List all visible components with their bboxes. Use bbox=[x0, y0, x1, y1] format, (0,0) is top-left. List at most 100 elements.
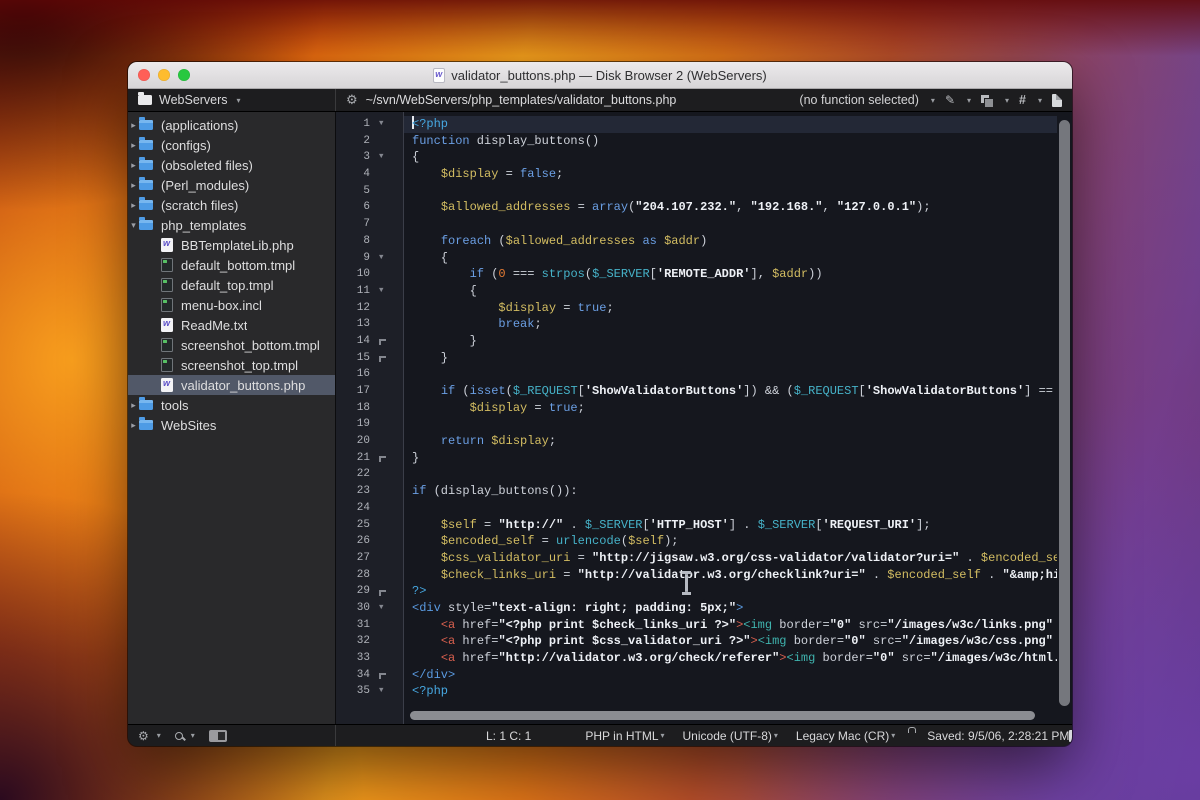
sidebar-item-file[interactable]: validator_buttons.php bbox=[128, 375, 335, 395]
code-text[interactable]: } bbox=[404, 450, 1057, 467]
code-line[interactable]: 31 <a href="<?php print $check_links_uri… bbox=[336, 617, 1057, 634]
code-line[interactable]: 24 bbox=[336, 500, 1057, 517]
chevron-down-icon[interactable]: ▾ bbox=[891, 731, 895, 740]
code-line[interactable]: 7 bbox=[336, 216, 1057, 233]
code-line[interactable]: 30▼<div style="text-align: right; paddin… bbox=[336, 600, 1057, 617]
sidebar-item-folder[interactable]: ▸(configs) bbox=[128, 135, 335, 155]
code-line[interactable]: 26 $encoded_self = urlencode($self); bbox=[336, 533, 1057, 550]
disclosure-triangle[interactable]: ▸ bbox=[128, 140, 139, 151]
sidebar-item-file[interactable]: screenshot_bottom.tmpl bbox=[128, 335, 335, 355]
code-text[interactable] bbox=[404, 500, 1057, 517]
code-line[interactable]: 13 break; bbox=[336, 316, 1057, 333]
code-text[interactable]: if (0 === strpos($_SERVER['REMOTE_ADDR']… bbox=[404, 266, 1057, 283]
code-text[interactable]: $display = true; bbox=[404, 400, 1057, 417]
fold-marker[interactable]: ▼ bbox=[374, 683, 404, 700]
code-line[interactable]: 5 bbox=[336, 183, 1057, 200]
code-text[interactable] bbox=[404, 366, 1057, 383]
disclosure-triangle[interactable]: ▸ bbox=[128, 200, 139, 211]
code-line[interactable]: 21} bbox=[336, 450, 1057, 467]
chevron-down-icon[interactable]: ▾ bbox=[661, 731, 665, 740]
disclosure-triangle[interactable]: ▸ bbox=[128, 400, 139, 411]
code-line[interactable]: 28 $check_links_uri = "http://validator.… bbox=[336, 567, 1057, 584]
code-line[interactable]: 3▼{ bbox=[336, 149, 1057, 166]
code-text[interactable]: ?> bbox=[404, 583, 1057, 600]
disclosure-triangle[interactable]: ▸ bbox=[128, 160, 139, 171]
language-menu[interactable]: PHP in HTML bbox=[585, 729, 658, 743]
code-line[interactable]: 35▼<?php bbox=[336, 683, 1057, 700]
chevron-down-icon[interactable]: ▾ bbox=[157, 731, 161, 740]
sidebar-item-folder[interactable]: ▸(applications) bbox=[128, 115, 335, 135]
chevron-down-icon[interactable]: ▾ bbox=[237, 96, 241, 105]
code-line[interactable]: 4 $display = false; bbox=[336, 166, 1057, 183]
code-text[interactable]: $display = false; bbox=[404, 166, 1057, 183]
sidebar-item-folder[interactable]: ▸(obsoleted files) bbox=[128, 155, 335, 175]
sidebar-item-folder[interactable]: ▾php_templates bbox=[128, 215, 335, 235]
sidebar-item-file[interactable]: ReadMe.txt bbox=[128, 315, 335, 335]
encoding-menu[interactable]: Unicode (UTF-8) bbox=[683, 729, 772, 743]
sidebar-item-folder[interactable]: ▸(Perl_modules) bbox=[128, 175, 335, 195]
chevron-down-icon[interactable]: ▾ bbox=[967, 96, 971, 105]
code-text[interactable] bbox=[404, 183, 1057, 200]
code-text[interactable]: <?php bbox=[404, 683, 1057, 700]
code-text[interactable]: $display = true; bbox=[404, 300, 1057, 317]
code-line[interactable]: 22 bbox=[336, 466, 1057, 483]
vertical-scrollbar-thumb[interactable] bbox=[1059, 120, 1070, 706]
chevron-down-icon[interactable]: ▾ bbox=[774, 731, 778, 740]
sidebar-item-folder[interactable]: ▸(scratch files) bbox=[128, 195, 335, 215]
code-line[interactable]: 29?> bbox=[336, 583, 1057, 600]
code-text[interactable]: } bbox=[404, 350, 1057, 367]
hash-icon[interactable]: # bbox=[1019, 93, 1026, 107]
code-text[interactable]: <a href="<?php print $check_links_uri ?>… bbox=[404, 617, 1057, 634]
code-line[interactable]: 16 bbox=[336, 366, 1057, 383]
code-text[interactable]: foreach ($allowed_addresses as $addr) bbox=[404, 233, 1057, 250]
code-line[interactable]: 12 $display = true; bbox=[336, 300, 1057, 317]
code-line[interactable]: 25 $self = "http://" . $_SERVER['HTTP_HO… bbox=[336, 517, 1057, 534]
code-text[interactable] bbox=[404, 466, 1057, 483]
code-text[interactable]: function display_buttons() bbox=[404, 133, 1057, 150]
sidebar-item-folder[interactable]: ▸WebSites bbox=[128, 415, 335, 435]
code-text[interactable] bbox=[404, 416, 1057, 433]
code-line[interactable]: 34</div> bbox=[336, 667, 1057, 684]
chevron-down-icon[interactable]: ▾ bbox=[1038, 96, 1042, 105]
chevron-down-icon[interactable]: ▾ bbox=[931, 96, 935, 105]
code-text[interactable]: { bbox=[404, 250, 1057, 267]
code-text[interactable]: <a href="http://validator.w3.org/check/r… bbox=[404, 650, 1057, 667]
code-line[interactable]: 33 <a href="http://validator.w3.org/chec… bbox=[336, 650, 1057, 667]
code-text[interactable]: <a href="<?php print $css_validator_uri … bbox=[404, 633, 1057, 650]
code-editor[interactable]: 1▼<?php2function display_buttons()3▼{4 $… bbox=[336, 112, 1072, 724]
code-line[interactable]: 18 $display = true; bbox=[336, 400, 1057, 417]
zoom-button[interactable] bbox=[178, 69, 190, 81]
minimize-button[interactable] bbox=[158, 69, 170, 81]
vertical-scrollbar[interactable] bbox=[1058, 114, 1071, 706]
code-text[interactable]: <div style="text-align: right; padding: … bbox=[404, 600, 1057, 617]
title-bar[interactable]: validator_buttons.php — Disk Browser 2 (… bbox=[128, 62, 1072, 89]
code-line[interactable]: 8 foreach ($allowed_addresses as $addr) bbox=[336, 233, 1057, 250]
code-line[interactable]: 19 bbox=[336, 416, 1057, 433]
code-text[interactable]: if (isset($_REQUEST['ShowValidatorButton… bbox=[404, 383, 1057, 400]
code-line[interactable]: 27 $css_validator_uri = "http://jigsaw.w… bbox=[336, 550, 1057, 567]
code-line[interactable]: 14 } bbox=[336, 333, 1057, 350]
sidebar-item-file[interactable]: screenshot_top.tmpl bbox=[128, 355, 335, 375]
gear-icon[interactable]: ⚙ bbox=[138, 729, 149, 743]
code-line[interactable]: 11▼ { bbox=[336, 283, 1057, 300]
fold-marker[interactable]: ▼ bbox=[374, 116, 404, 133]
horizontal-scrollbar-thumb[interactable] bbox=[410, 711, 1035, 720]
sidebar-item-file[interactable]: default_top.tmpl bbox=[128, 275, 335, 295]
code-text[interactable]: <?php bbox=[404, 116, 1057, 133]
code-text[interactable]: break; bbox=[404, 316, 1057, 333]
disclosure-triangle[interactable]: ▸ bbox=[128, 120, 139, 131]
document-icon[interactable] bbox=[1069, 730, 1072, 742]
document-icon[interactable] bbox=[1052, 94, 1062, 107]
code-line[interactable]: 6 $allowed_addresses = array("204.107.23… bbox=[336, 199, 1057, 216]
code-text[interactable] bbox=[404, 216, 1057, 233]
line-endings-menu[interactable]: Legacy Mac (CR) bbox=[796, 729, 889, 743]
code-line[interactable]: 32 <a href="<?php print $css_validator_u… bbox=[336, 633, 1057, 650]
code-line[interactable]: 15 } bbox=[336, 350, 1057, 367]
chevron-down-icon[interactable]: ▾ bbox=[1005, 96, 1009, 105]
sidebar-header[interactable]: WebServers ▾ bbox=[128, 89, 336, 111]
code-line[interactable]: 1▼<?php bbox=[336, 116, 1057, 133]
code-line[interactable]: 23if (display_buttons()): bbox=[336, 483, 1057, 500]
code-text[interactable]: </div> bbox=[404, 667, 1057, 684]
code-text[interactable]: $self = "http://" . $_SERVER['HTTP_HOST'… bbox=[404, 517, 1057, 534]
code-text[interactable]: return $display; bbox=[404, 433, 1057, 450]
